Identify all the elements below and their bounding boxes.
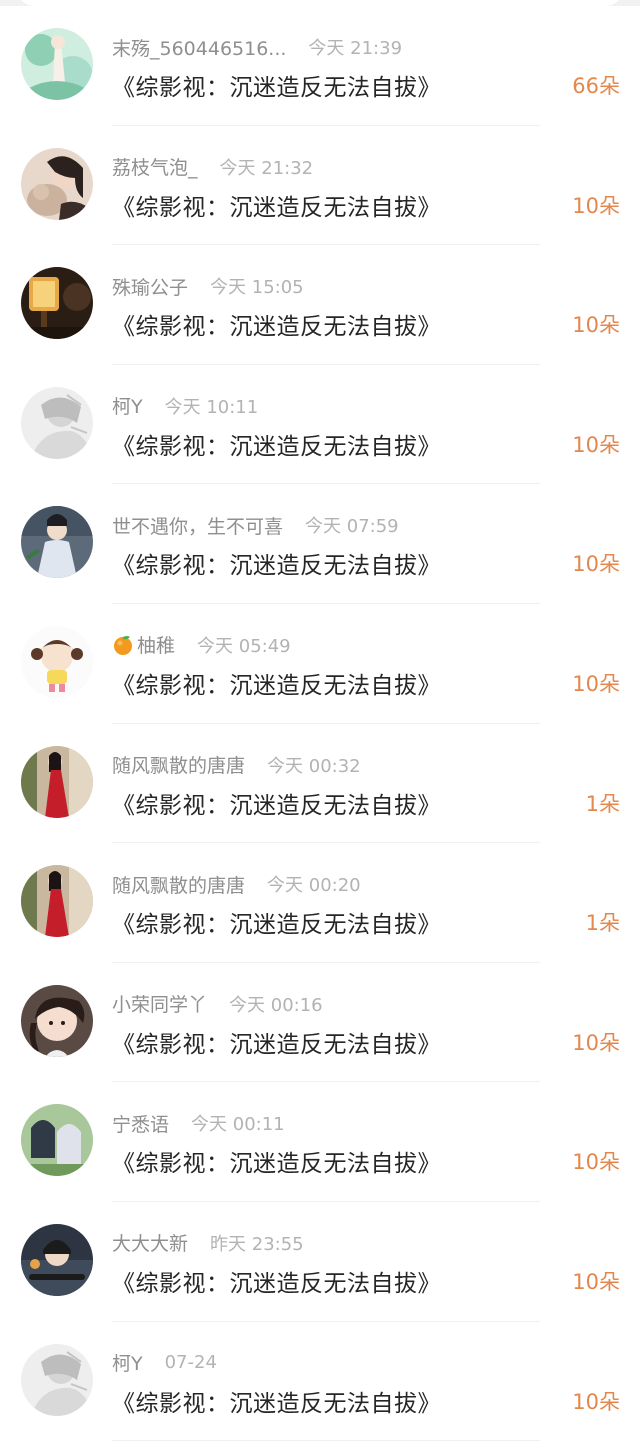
gift-time: 今天 15:05 [210, 277, 304, 299]
book-title[interactable]: 《综影视：沉迷造反无法自拔》 [112, 1144, 441, 1178]
book-title[interactable]: 《综影视：沉迷造反无法自拔》 [112, 1025, 441, 1059]
gift-record-row[interactable]: 荔枝气泡_ 今天 21:32 《综影视：沉迷造反无法自拔》 10朵 [0, 126, 640, 246]
flower-count: 1朵 [585, 791, 620, 816]
gift-time: 今天 21:32 [219, 157, 314, 179]
user-name[interactable]: 殊瑜公子 [112, 273, 188, 300]
record-meta: 柯Y 今天 10:11 [112, 393, 258, 419]
user-name[interactable]: 小荣同学丫 [112, 990, 207, 1017]
user-name[interactable]: 世不遇你，生不可喜 [112, 512, 283, 539]
record-meta: 世不遇你，生不可喜 今天 07:59 [112, 512, 399, 538]
user-name[interactable]: 随风飘散的唐唐 [112, 751, 245, 778]
record-meta: 荔枝气泡_ 今天 21:32 [112, 154, 313, 180]
flower-count: 10朵 [572, 671, 620, 696]
flower-count: 10朵 [572, 193, 620, 218]
record-meta: 末殇_560446516... 今天 21:39 [112, 34, 402, 60]
gift-time: 今天 10:11 [164, 396, 259, 418]
avatar[interactable] [21, 147, 93, 220]
gift-time: 今天 00:20 [267, 875, 361, 897]
book-title[interactable]: 《综影视：沉迷造反无法自拔》 [112, 905, 441, 939]
gift-record-list[interactable]: 末殇_560446516... 今天 21:39 《综影视：沉迷造反无法自拔》 66朵… [0, 6, 640, 1443]
avatar[interactable] [21, 386, 93, 459]
flower-count: 10朵 [572, 313, 620, 338]
avatar[interactable] [21, 745, 93, 818]
gift-time: 今天 21:39 [308, 38, 403, 59]
flower-count: 10朵 [572, 1389, 620, 1414]
flower-count: 66朵 [572, 74, 620, 98]
gift-record-row[interactable]: 柯Y 今天 10:11 《综影视：沉迷造反无法自拔》 10朵 [0, 365, 640, 485]
avatar[interactable] [21, 1104, 93, 1177]
flower-count: 10朵 [572, 432, 620, 457]
flower-count: 10朵 [572, 1269, 620, 1294]
gift-time: 今天 00:32 [267, 755, 361, 777]
book-title[interactable]: 《综影视：沉迷造反无法自拔》 [112, 68, 441, 102]
avatar[interactable] [21, 28, 93, 100]
gift-time: 07-24 [164, 1352, 217, 1374]
gift-record-row[interactable]: 殊瑜公子 今天 15:05 《综影视：沉迷造反无法自拔》 10朵 [0, 245, 640, 365]
record-meta: 小荣同学丫 今天 00:16 [112, 991, 323, 1017]
gift-record-row[interactable]: 柚稚 今天 05:49 《综影视：沉迷造反无法自拔》 10朵 [0, 604, 640, 724]
book-title[interactable]: 《综影视：沉迷造反无法自拔》 [112, 1384, 441, 1418]
record-meta: 大大大新 昨天 23:55 [112, 1230, 304, 1256]
gift-record-row[interactable]: 末殇_560446516... 今天 21:39 《综影视：沉迷造反无法自拔》 66朵 [0, 6, 640, 126]
record-meta: 柚稚 今天 05:49 [112, 632, 291, 658]
book-title[interactable]: 《综影视：沉迷造反无法自拔》 [112, 307, 441, 341]
user-name[interactable]: 末殇_560446516... [112, 34, 286, 61]
gift-record-row[interactable]: 世不遇你，生不可喜 今天 07:59 《综影视：沉迷造反无法自拔》 10朵 [0, 484, 640, 604]
gift-record-row[interactable]: 小荣同学丫 今天 00:16 《综影视：沉迷造反无法自拔》 10朵 [0, 963, 640, 1083]
gift-time: 今天 07:59 [305, 516, 399, 538]
user-name[interactable]: 随风飘散的唐唐 [112, 871, 245, 898]
book-title[interactable]: 《综影视：沉迷造反无法自拔》 [112, 1264, 441, 1298]
avatar[interactable] [21, 984, 93, 1057]
avatar[interactable] [21, 865, 93, 938]
gift-record-row[interactable]: 随风飘散的唐唐 今天 00:32 《综影视：沉迷造反无法自拔》 1朵 [0, 724, 640, 844]
row-divider [112, 1440, 540, 1442]
book-title[interactable]: 《综影视：沉迷造反无法自拔》 [112, 188, 441, 222]
flower-count: 10朵 [572, 552, 620, 577]
gift-time: 今天 05:49 [197, 635, 291, 657]
avatar[interactable] [21, 506, 93, 579]
avatar[interactable] [21, 625, 93, 698]
book-title[interactable]: 《综影视：沉迷造反无法自拔》 [112, 666, 441, 700]
flower-count: 1朵 [585, 911, 620, 936]
gift-record-row[interactable]: 宁悉语 今天 00:11 《综影视：沉迷造反无法自拔》 10朵 [0, 1082, 640, 1202]
gift-time: 昨天 23:55 [210, 1233, 304, 1255]
book-title[interactable]: 《综影视：沉迷造反无法自拔》 [112, 427, 441, 461]
gift-time: 今天 00:16 [229, 994, 323, 1016]
user-name[interactable]: 柯Y [112, 392, 143, 419]
record-meta: 柯Y 07-24 [112, 1350, 217, 1376]
book-title[interactable]: 《综影视：沉迷造反无法自拔》 [112, 546, 441, 580]
record-meta: 随风飘散的唐唐 今天 00:20 [112, 871, 361, 897]
avatar[interactable] [21, 1223, 93, 1296]
user-name[interactable]: 大大大新 [112, 1229, 188, 1256]
gift-time: 今天 00:11 [191, 1114, 285, 1136]
gift-record-row[interactable]: 大大大新 昨天 23:55 《综影视：沉迷造反无法自拔》 10朵 [0, 1202, 640, 1322]
flower-count: 10朵 [572, 1030, 620, 1055]
record-meta: 随风飘散的唐唐 今天 00:32 [112, 752, 361, 778]
user-name[interactable]: 荔枝气泡_ [112, 153, 198, 180]
avatar[interactable] [21, 1343, 93, 1416]
user-name[interactable]: 柯Y [112, 1349, 143, 1376]
orange-icon [112, 634, 134, 656]
avatar[interactable] [21, 267, 93, 340]
record-meta: 殊瑜公子 今天 15:05 [112, 273, 304, 299]
record-meta: 宁悉语 今天 00:11 [112, 1110, 285, 1136]
gift-record-row[interactable]: 柯Y 07-24 《综影视：沉迷造反无法自拔》 10朵 [0, 1322, 640, 1442]
book-title[interactable]: 《综影视：沉迷造反无法自拔》 [112, 786, 441, 820]
user-name[interactable]: 柚稚 [137, 631, 175, 658]
user-name[interactable]: 宁悉语 [112, 1110, 169, 1137]
gift-record-row[interactable]: 随风飘散的唐唐 今天 00:20 《综影视：沉迷造反无法自拔》 1朵 [0, 843, 640, 963]
flower-count: 10朵 [572, 1150, 620, 1175]
